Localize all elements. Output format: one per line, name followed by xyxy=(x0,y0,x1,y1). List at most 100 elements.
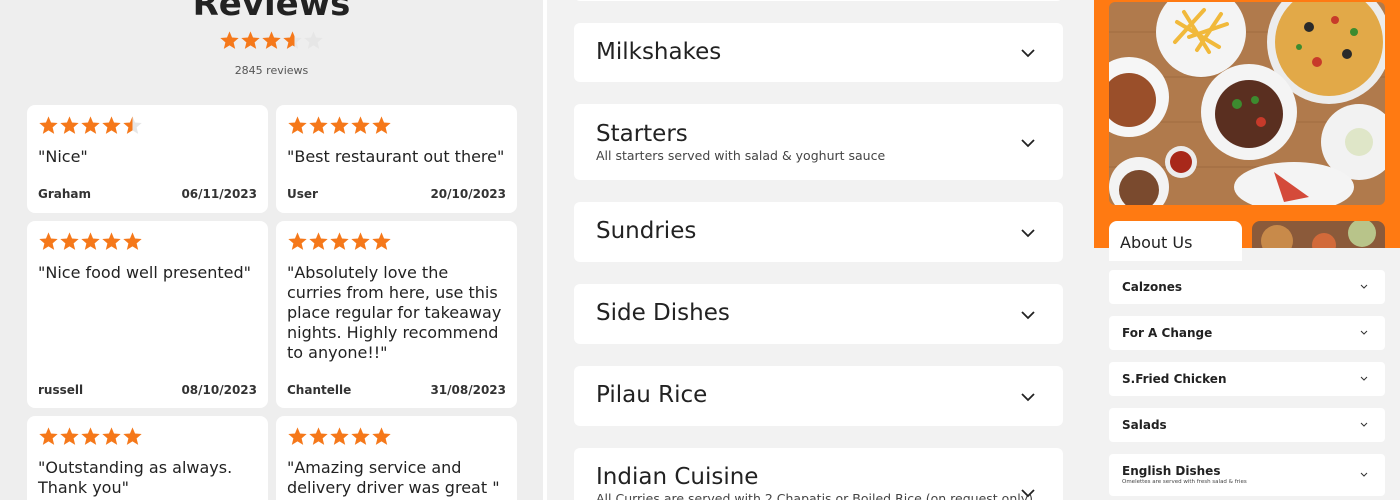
star-icon xyxy=(60,427,79,445)
review-rating xyxy=(38,115,143,136)
category-name: Sundries xyxy=(596,218,697,244)
review-rating xyxy=(38,231,143,252)
review-card: "Absolutely love the curries from here, … xyxy=(276,221,517,408)
chevron-down-icon[interactable] xyxy=(1360,330,1368,335)
category-name: Starters xyxy=(596,121,688,147)
chevron-down-icon[interactable] xyxy=(1360,376,1368,381)
star-icon xyxy=(304,31,323,49)
category-description: Omelettes are served with fresh salad & … xyxy=(1122,479,1247,485)
star-icon xyxy=(123,116,142,134)
food-photo xyxy=(1109,2,1385,205)
star-icon xyxy=(309,116,328,134)
chevron-down-icon[interactable] xyxy=(1360,284,1368,289)
review-text: "Nice" xyxy=(38,147,88,166)
thumbnail-image xyxy=(1252,221,1385,248)
star-icon xyxy=(60,232,79,250)
star-icon xyxy=(39,232,58,250)
review-author: Graham xyxy=(38,187,92,201)
menu-category-sundries[interactable]: Sundries xyxy=(574,202,1063,262)
review-author: User xyxy=(287,187,318,201)
review-rating xyxy=(38,426,143,447)
menu-category-english-dishes[interactable]: English Dishes Omelettes are served with… xyxy=(1109,454,1385,496)
chevron-down-icon[interactable] xyxy=(1020,310,1036,320)
category-name: Indian Cuisine xyxy=(596,464,759,490)
reviews-section: Reviews 2845 reviews "Nice" Graham 06/11… xyxy=(0,0,543,500)
star-icon xyxy=(102,116,121,134)
category-name: S.Fried Chicken xyxy=(1122,372,1227,386)
chevron-down-icon[interactable] xyxy=(1020,228,1036,238)
menu-category-sfried-chicken[interactable]: S.Fried Chicken xyxy=(1109,362,1385,396)
menu-category-milkshakes[interactable]: Milkshakes xyxy=(574,23,1063,82)
menu-category-salads[interactable]: Salads xyxy=(1109,408,1385,442)
category-name: Pilau Rice xyxy=(596,382,708,408)
review-card: "Outstanding as always. Thank you" xyxy=(27,416,268,500)
review-date: 06/11/2023 xyxy=(181,187,257,201)
review-text: "Amazing service and delivery driver was… xyxy=(287,458,500,497)
review-date: 31/08/2023 xyxy=(430,383,506,397)
chevron-down-icon[interactable] xyxy=(1020,392,1036,402)
star-icon xyxy=(372,116,391,134)
star-icon xyxy=(60,116,79,134)
star-icon xyxy=(39,116,58,134)
star-icon xyxy=(372,232,391,250)
review-card: "Nice" Graham 06/11/2023 xyxy=(27,105,268,213)
review-author: Chantelle xyxy=(287,383,352,397)
menu-category-pilau-rice[interactable]: Pilau Rice xyxy=(574,366,1063,426)
star-icon xyxy=(102,232,121,250)
star-icon xyxy=(123,427,142,445)
chevron-down-icon[interactable] xyxy=(1020,488,1036,498)
star-icon xyxy=(39,427,58,445)
category-name: Side Dishes xyxy=(596,300,730,326)
review-author: russell xyxy=(38,383,84,397)
star-icon xyxy=(351,427,370,445)
star-icon xyxy=(288,116,307,134)
star-icon xyxy=(351,232,370,250)
star-icon xyxy=(309,427,328,445)
review-rating xyxy=(287,426,392,447)
menu-category-partial[interactable] xyxy=(574,0,1063,1)
menu-category-side-dishes[interactable]: Side Dishes xyxy=(574,284,1063,344)
summary-rating xyxy=(219,30,324,51)
tab-about-us[interactable]: About Us xyxy=(1109,221,1242,261)
review-card: "Amazing service and delivery driver was… xyxy=(276,416,517,500)
chevron-down-icon[interactable] xyxy=(1360,472,1368,477)
menu-categories: Milkshakes Starters All starters served … xyxy=(547,0,1092,500)
menu-category-for-a-change[interactable]: For A Change xyxy=(1109,316,1385,350)
star-icon xyxy=(288,232,307,250)
category-description: All starters served with salad & yoghurt… xyxy=(596,148,886,163)
review-text: "Best restaurant out there" xyxy=(287,147,505,166)
star-icon xyxy=(81,427,100,445)
review-text: "Absolutely love the curries from here, … xyxy=(287,263,502,362)
menu-category-indian-cuisine[interactable]: Indian Cuisine All Curries are served wi… xyxy=(574,448,1063,500)
category-name: Calzones xyxy=(1122,280,1183,294)
star-icon xyxy=(220,31,239,49)
star-icon xyxy=(241,31,260,49)
chevron-down-icon[interactable] xyxy=(1360,422,1368,427)
star-icon xyxy=(288,427,307,445)
reviews-title: Reviews xyxy=(192,0,351,24)
star-icon xyxy=(351,116,370,134)
star-icon xyxy=(262,31,281,49)
review-rating xyxy=(287,231,392,252)
chevron-down-icon[interactable] xyxy=(1020,48,1036,58)
chevron-down-icon[interactable] xyxy=(1020,138,1036,148)
review-text: "Nice food well presented" xyxy=(38,263,252,282)
star-icon xyxy=(102,427,121,445)
review-card: "Nice food well presented" russell 08/10… xyxy=(27,221,268,408)
category-name: Milkshakes xyxy=(596,39,722,65)
reviews-count: 2845 reviews xyxy=(234,64,309,77)
review-text: "Outstanding as always. Thank you" xyxy=(38,458,233,497)
review-date: 20/10/2023 xyxy=(430,187,506,201)
star-icon xyxy=(283,31,302,49)
star-icon xyxy=(330,116,349,134)
category-name: For A Change xyxy=(1122,326,1213,340)
menu-category-starters[interactable]: Starters All starters served with salad … xyxy=(574,104,1063,180)
star-icon xyxy=(330,427,349,445)
category-name: Salads xyxy=(1122,418,1167,432)
review-card: "Best restaurant out there" User 20/10/2… xyxy=(276,105,517,213)
tab-label: About Us xyxy=(1120,233,1193,252)
star-icon xyxy=(330,232,349,250)
star-icon xyxy=(309,232,328,250)
menu-category-calzones[interactable]: Calzones xyxy=(1109,270,1385,304)
review-date: 08/10/2023 xyxy=(181,383,257,397)
